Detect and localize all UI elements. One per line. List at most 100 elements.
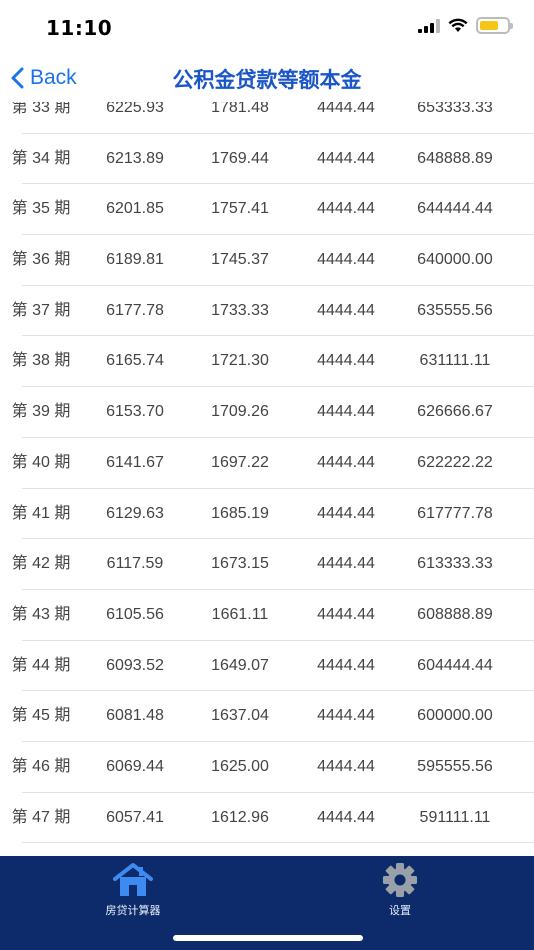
period-cell: 第 47 期: [11, 808, 71, 826]
table-row: 第 39 期 6153.70 1709.26 4444.44 626666.67: [12, 387, 534, 438]
principal-cell: 4444.44: [317, 707, 375, 725]
period-cell: 第 34 期: [11, 149, 71, 167]
remaining-balance-cell: 635555.56: [417, 301, 493, 319]
repayment-schedule-table[interactable]: 第 33 期 6225.93 1781.48 4444.44 653333.33 第 34…: [0, 83, 534, 853]
table-row: 第 46 期 6069.44 1625.00 4444.44 595555.56: [12, 742, 534, 793]
period-cell: 第 38 期: [11, 352, 71, 370]
principal-cell: 4444.44: [317, 504, 375, 522]
table-row: 第 45 期 6081.48 1637.04 4444.44 600000.00: [12, 691, 534, 742]
house-icon: [113, 863, 153, 896]
monthly-payment-cell: 6165.74: [106, 352, 164, 370]
remaining-balance-cell: 640000.00: [417, 251, 493, 269]
remaining-balance-cell: 595555.56: [417, 757, 493, 775]
page-title: 公积金贷款等额本金: [172, 68, 362, 92]
remaining-balance-cell: 613333.33: [417, 555, 493, 573]
principal-cell: 4444.44: [317, 403, 375, 421]
period-cell: 第 44 期: [11, 656, 71, 674]
period-cell: 第 37 期: [11, 301, 71, 319]
period-cell: 第 42 期: [11, 555, 71, 573]
table-row: 第 34 期 6213.89 1769.44 4444.44 648888.89: [12, 134, 534, 185]
principal-cell: 4444.44: [317, 352, 375, 370]
monthly-payment-cell: 6081.48: [106, 707, 164, 725]
interest-cell: 1745.37: [211, 251, 269, 269]
monthly-payment-cell: 6201.85: [106, 200, 164, 218]
remaining-balance-cell: 617777.78: [417, 504, 493, 522]
interest-cell: 1685.19: [211, 504, 269, 522]
wifi-icon: [448, 18, 468, 32]
remaining-balance-cell: 591111.11: [419, 808, 491, 826]
monthly-payment-cell: 6177.78: [106, 301, 164, 319]
table-row: 第 41 期 6129.63 1685.19 4444.44 617777.78: [12, 489, 534, 540]
monthly-payment-cell: 6069.44: [106, 757, 164, 775]
tab-label-settings: 设置: [389, 904, 411, 917]
principal-cell: 4444.44: [317, 656, 375, 674]
principal-cell: 4444.44: [317, 808, 375, 826]
interest-cell: 1697.22: [211, 453, 269, 471]
home-indicator[interactable]: [173, 935, 363, 941]
principal-cell: 4444.44: [317, 200, 375, 218]
period-cell: 第 43 期: [11, 605, 71, 623]
remaining-balance-cell: 631111.11: [419, 352, 491, 370]
remaining-balance-cell: 644444.44: [417, 200, 493, 218]
remaining-balance-cell: 648888.89: [417, 149, 493, 167]
principal-cell: 4444.44: [317, 453, 375, 471]
remaining-balance-cell: 608888.89: [417, 605, 493, 623]
interest-cell: 1721.30: [211, 352, 269, 370]
tab-mortgage-calculator[interactable]: 房贷计算器: [73, 862, 193, 918]
monthly-payment-cell: 6129.63: [106, 504, 164, 522]
period-cell: 第 36 期: [11, 251, 71, 269]
table-row: 第 36 期 6189.81 1745.37 4444.44 640000.00: [12, 235, 534, 286]
table-row: 第 38 期 6165.74 1721.30 4444.44 631111.11: [12, 336, 534, 388]
principal-cell: 4444.44: [317, 301, 375, 319]
table-row: 第 43 期 6105.56 1661.11 4444.44 608888.89: [12, 590, 534, 641]
status-icons: [418, 17, 513, 34]
monthly-payment-cell: 6117.59: [106, 555, 164, 573]
interest-cell: 1769.44: [211, 149, 269, 167]
gear-icon: [383, 863, 417, 897]
period-cell: 第 45 期: [11, 707, 71, 725]
remaining-balance-cell: 626666.67: [417, 403, 493, 421]
interest-cell: 1649.07: [211, 656, 269, 674]
tab-label-calculator: 房贷计算器: [105, 904, 161, 917]
principal-cell: 4444.44: [317, 149, 375, 167]
interest-cell: 1637.04: [211, 707, 269, 725]
navigation-bar: Back 公积金贷款等额本金: [0, 54, 534, 102]
interest-cell: 1673.15: [211, 555, 269, 573]
battery-icon: [476, 17, 513, 34]
interest-cell: 1625.00: [211, 757, 269, 775]
interest-cell: 1612.96: [211, 808, 269, 826]
cellular-signal-icon: [418, 18, 440, 33]
remaining-balance-cell: 600000.00: [417, 707, 493, 725]
table-row: 第 42 期 6117.59 1673.15 4444.44 613333.33: [12, 539, 534, 590]
monthly-payment-cell: 6141.67: [106, 453, 164, 471]
period-cell: 第 39 期: [11, 403, 71, 421]
status-bar: 11:10: [0, 0, 534, 54]
table-row: 第 37 期 6177.78 1733.33 4444.44 635555.56: [12, 286, 534, 337]
remaining-balance-cell: 622222.22: [417, 453, 493, 471]
principal-cell: 4444.44: [317, 251, 375, 269]
remaining-balance-cell: 604444.44: [417, 656, 493, 674]
monthly-payment-cell: 6213.89: [106, 149, 164, 167]
interest-cell: 1709.26: [211, 403, 269, 421]
table-row: 第 47 期 6057.41 1612.96 4444.44 591111.11: [12, 793, 534, 844]
monthly-payment-cell: 6153.70: [106, 403, 164, 421]
table-row: 第 44 期 6093.52 1649.07 4444.44 604444.44: [12, 641, 534, 692]
period-cell: 第 41 期: [11, 504, 71, 522]
status-time: 11:10: [46, 16, 113, 40]
period-cell: 第 40 期: [11, 453, 71, 471]
monthly-payment-cell: 6093.52: [106, 656, 164, 674]
table-row: 第 40 期 6141.67 1697.22 4444.44 622222.22: [12, 438, 534, 489]
monthly-payment-cell: 6057.41: [106, 808, 164, 826]
period-cell: 第 35 期: [11, 200, 71, 218]
monthly-payment-cell: 6105.56: [106, 605, 164, 623]
period-cell: 第 46 期: [11, 757, 71, 775]
tab-settings[interactable]: 设置: [340, 862, 460, 918]
interest-cell: 1733.33: [211, 301, 269, 319]
table-row: 第 35 期 6201.85 1757.41 4444.44 644444.44: [12, 184, 534, 236]
principal-cell: 4444.44: [317, 757, 375, 775]
principal-cell: 4444.44: [317, 605, 375, 623]
interest-cell: 1757.41: [211, 200, 269, 218]
principal-cell: 4444.44: [317, 555, 375, 573]
interest-cell: 1661.11: [211, 605, 269, 623]
monthly-payment-cell: 6189.81: [106, 251, 164, 269]
